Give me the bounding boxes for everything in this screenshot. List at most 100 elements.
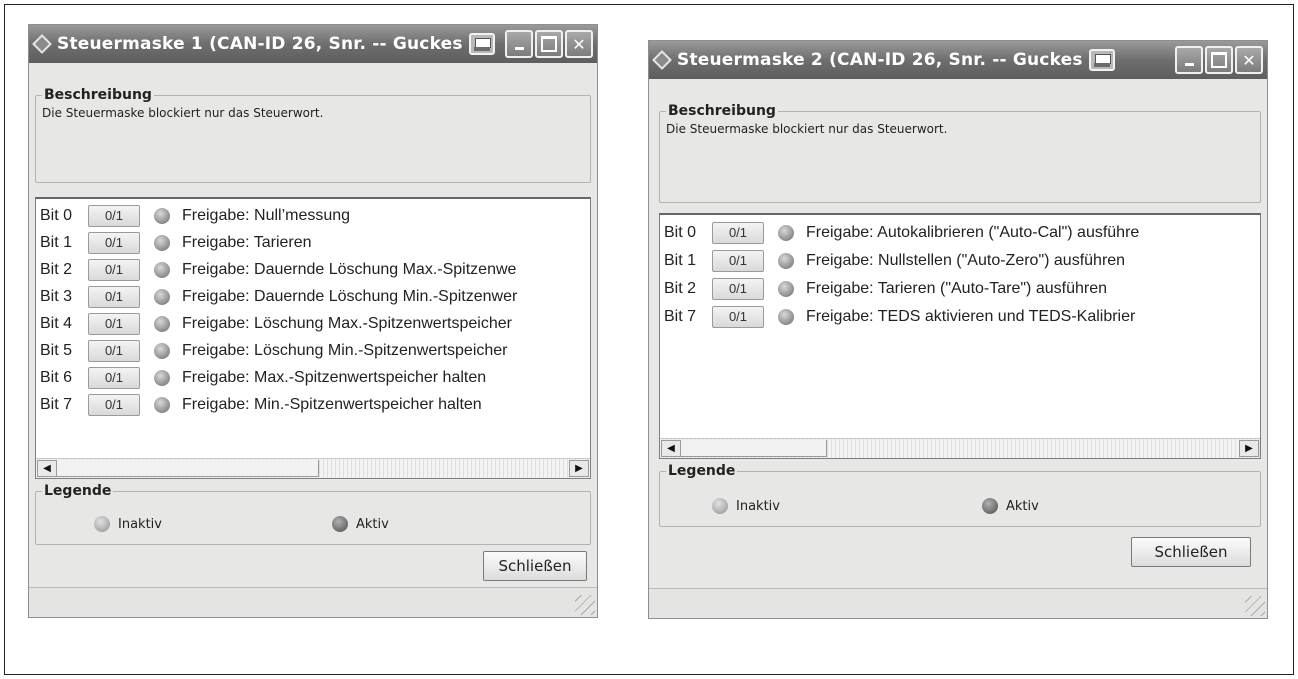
scroll-thumb[interactable] <box>57 460 319 477</box>
status-led-icon <box>154 207 170 224</box>
printer-icon[interactable] <box>1088 49 1115 71</box>
row-label: Freigabe: Min.-Spitzenwertspeicher halte… <box>182 395 482 413</box>
minimize-button[interactable] <box>505 30 533 58</box>
maximize-button[interactable] <box>535 30 563 58</box>
steuermaske-2-window: Steuermaske 2 (CAN-ID 26, Snr. -- Guckes… <box>648 40 1268 619</box>
window-title: Steuermaske 1 (CAN-ID 26, Snr. -- Guckes <box>57 34 463 54</box>
status-led-icon <box>154 261 170 278</box>
bit-list[interactable]: Bit 0 0/1 Freigabe: Autokalibrieren ("Au… <box>659 213 1261 459</box>
scroll-left-arrow-icon[interactable]: ◀ <box>37 460 57 477</box>
row-label: Freigabe: Autokalibrieren ("Auto-Cal") a… <box>806 223 1140 241</box>
minimize-button[interactable] <box>1175 46 1203 74</box>
legend-inactive: Inaktiv <box>712 498 780 514</box>
active-led-icon <box>332 516 348 532</box>
list-item: Bit 6 0/1 Freigabe: Max.-Spitzenwertspei… <box>36 364 486 391</box>
steuermaske-1-window: Steuermaske 1 (CAN-ID 26, Snr. -- Guckes… <box>28 24 598 618</box>
status-led-icon <box>154 234 170 251</box>
printer-icon[interactable] <box>468 33 495 55</box>
description-text: Die Steuermaske blockiert nur das Steuer… <box>42 106 324 120</box>
status-led-icon <box>154 396 170 413</box>
bit-label: Bit 2 <box>664 279 697 297</box>
row-label: Freigabe: Tarieren ("Auto-Tare") ausführ… <box>806 279 1107 297</box>
description-group: Beschreibung Die Steuermaske blockiert n… <box>35 87 591 183</box>
app-icon <box>32 34 52 54</box>
bit-label: Bit 4 <box>40 314 73 332</box>
resize-grip-icon[interactable] <box>575 595 595 615</box>
description-label: Beschreibung <box>666 103 778 119</box>
scroll-thumb[interactable] <box>681 440 827 457</box>
status-led-icon <box>154 315 170 332</box>
legend-active-label: Aktiv <box>356 516 389 532</box>
status-led-icon <box>778 280 794 297</box>
list-item: Bit 7 0/1 Freigabe: Min.-Spitzenwertspei… <box>36 391 482 418</box>
bit-label: Bit 3 <box>40 287 73 305</box>
row-label: Freigabe: Dauernde Löschung Min.-Spitzen… <box>182 287 518 305</box>
toggle-button[interactable]: 0/1 <box>712 221 764 244</box>
legend-inactive-label: Inaktiv <box>736 498 780 514</box>
row-label: Freigabe: Löschung Max.-Spitzenwertspeic… <box>182 314 512 332</box>
legend-group: Legende Inaktiv Aktiv <box>659 463 1261 527</box>
schliessen-button[interactable]: Schließen <box>483 551 587 581</box>
toggle-button[interactable]: 0/1 <box>88 393 140 416</box>
legend-group: Legende Inaktiv Aktiv <box>35 483 591 545</box>
row-label: Freigabe: Max.-Spitzenwertspeicher halte… <box>182 368 487 386</box>
status-led-icon <box>778 224 794 241</box>
list-item: Bit 1 0/1 Freigabe: Nullstellen ("Auto-Z… <box>660 247 1125 274</box>
status-led-icon <box>154 288 170 305</box>
row-label: Freigabe: Null’messung <box>182 206 351 224</box>
scroll-left-arrow-icon[interactable]: ◀ <box>661 440 681 457</box>
toggle-button[interactable]: 0/1 <box>88 366 140 389</box>
list-item: Bit 4 0/1 Freigabe: Löschung Max.-Spitze… <box>36 310 512 337</box>
row-label: Freigabe: Dauernde Löschung Max.-Spitzen… <box>182 260 517 278</box>
toggle-button[interactable]: 0/1 <box>88 285 140 308</box>
status-bar <box>649 588 1267 618</box>
row-label: Freigabe: Nullstellen ("Auto-Zero") ausf… <box>806 251 1126 269</box>
legend-label: Legende <box>666 463 738 479</box>
close-icon[interactable]: ✕ <box>1235 46 1263 74</box>
title-bar[interactable]: Steuermaske 1 (CAN-ID 26, Snr. -- Guckes… <box>29 25 597 63</box>
toggle-button[interactable]: 0/1 <box>88 204 140 227</box>
list-item: Bit 5 0/1 Freigabe: Löschung Min.-Spitze… <box>36 337 508 364</box>
schliessen-button[interactable]: Schließen <box>1131 537 1251 567</box>
toggle-button[interactable]: 0/1 <box>712 305 764 328</box>
bit-list[interactable]: Bit 0 0/1 Freigabe: Null’messung Bit 1 0… <box>35 197 591 479</box>
inactive-led-icon <box>712 498 728 514</box>
toggle-button[interactable]: 0/1 <box>712 249 764 272</box>
status-led-icon <box>154 369 170 386</box>
toggle-button[interactable]: 0/1 <box>88 231 140 254</box>
title-bar[interactable]: Steuermaske 2 (CAN-ID 26, Snr. -- Guckes… <box>649 41 1267 79</box>
description-text: Die Steuermaske blockiert nur das Steuer… <box>666 122 948 136</box>
maximize-button[interactable] <box>1205 46 1233 74</box>
scroll-right-arrow-icon[interactable]: ▶ <box>569 460 589 477</box>
toggle-button[interactable]: 0/1 <box>88 258 140 281</box>
row-label: Freigabe: Tarieren <box>182 233 312 251</box>
toggle-button[interactable]: 0/1 <box>712 277 764 300</box>
list-item: Bit 0 0/1 Freigabe: Autokalibrieren ("Au… <box>660 219 1139 246</box>
list-item: Bit 7 0/1 Freigabe: TEDS aktivieren und … <box>660 303 1135 330</box>
bit-label: Bit 7 <box>40 395 73 413</box>
scroll-right-arrow-icon[interactable]: ▶ <box>1239 440 1259 457</box>
legend-active: Aktiv <box>982 498 1039 514</box>
toggle-button[interactable]: 0/1 <box>88 339 140 362</box>
status-led-icon <box>154 342 170 359</box>
legend-inactive: Inaktiv <box>94 516 162 532</box>
bit-label: Bit 5 <box>40 341 73 359</box>
bit-label: Bit 1 <box>40 233 73 251</box>
list-item: Bit 2 0/1 Freigabe: Tarieren ("Auto-Tare… <box>660 275 1107 302</box>
list-item: Bit 0 0/1 Freigabe: Null’messung <box>36 202 350 229</box>
legend-active: Aktiv <box>332 516 389 532</box>
row-label: Freigabe: Löschung Min.-Spitzenwertspeic… <box>182 341 508 359</box>
horizontal-scrollbar[interactable]: ◀ ▶ <box>660 438 1260 458</box>
bit-label: Bit 6 <box>40 368 73 386</box>
status-led-icon <box>778 252 794 269</box>
bit-label: Bit 0 <box>664 223 697 241</box>
window-title: Steuermaske 2 (CAN-ID 26, Snr. -- Guckes <box>677 50 1083 70</box>
horizontal-scrollbar[interactable]: ◀ ▶ <box>36 458 590 478</box>
toggle-button[interactable]: 0/1 <box>88 312 140 335</box>
close-icon[interactable]: ✕ <box>565 30 593 58</box>
status-led-icon <box>778 308 794 325</box>
list-item: Bit 3 0/1 Freigabe: Dauernde Löschung Mi… <box>36 283 517 310</box>
description-label: Beschreibung <box>42 87 154 103</box>
inactive-led-icon <box>94 516 110 532</box>
resize-grip-icon[interactable] <box>1245 596 1265 616</box>
